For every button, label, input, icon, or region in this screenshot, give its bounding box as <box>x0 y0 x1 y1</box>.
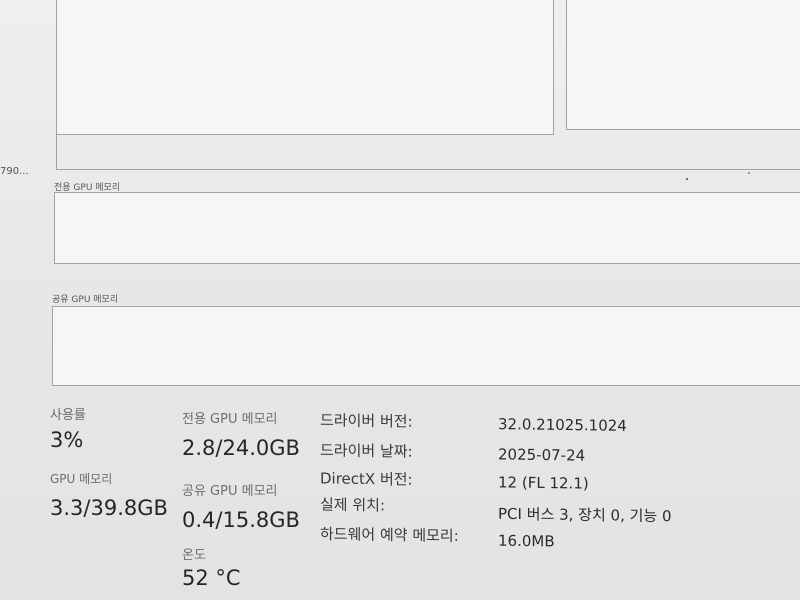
reserved-memory-label: 하드웨어 예약 메모리: <box>320 525 459 545</box>
physical-location-label: 실제 위치: <box>320 495 386 515</box>
temperature-label: 온도 <box>182 548 206 563</box>
truncated-label: 790... <box>0 166 29 177</box>
reserved-memory-value: 16.0MB <box>498 531 555 551</box>
shared-memory-graph-label: 공유 GPU 메모리 <box>52 295 119 305</box>
screen-speck <box>686 178 688 180</box>
driver-version-label: 드라이버 버전: <box>320 411 413 431</box>
shared-memory-label: 공유 GPU 메모리 <box>182 484 278 499</box>
driver-date-value: 2025-07-24 <box>498 445 586 465</box>
temperature-value: 52 °C <box>182 566 241 590</box>
directx-version-label: DirectX 버전: <box>320 469 413 489</box>
utilization-label: 사용률 <box>50 408 86 423</box>
engine-graph-left <box>56 0 554 135</box>
engine-graph-right <box>566 0 800 130</box>
gpu-memory-label: GPU 메모리 <box>50 472 113 486</box>
dedicated-memory-value: 2.8/24.0GB <box>182 436 300 460</box>
physical-location-value: PCI 버스 3, 장치 0, 기능 0 <box>498 504 672 526</box>
driver-version-value: 32.0.21025.1024 <box>498 415 627 435</box>
driver-date-label: 드라이버 날짜: <box>320 441 413 461</box>
dedicated-memory-label: 전용 GPU 메모리 <box>182 412 278 427</box>
screen-speck <box>748 172 750 174</box>
shared-memory-graph <box>52 306 800 386</box>
dedicated-memory-graph <box>54 192 800 264</box>
directx-version-value: 12 (FL 12.1) <box>498 473 589 493</box>
utilization-value: 3% <box>50 428 84 452</box>
gpu-memory-value: 3.3/39.8GB <box>50 496 168 520</box>
task-manager-gpu-panel: 790... 전용 GPU 메모리 공유 GPU 메모리 사용률 3% GPU … <box>0 0 800 600</box>
shared-memory-value: 0.4/15.8GB <box>182 508 300 532</box>
